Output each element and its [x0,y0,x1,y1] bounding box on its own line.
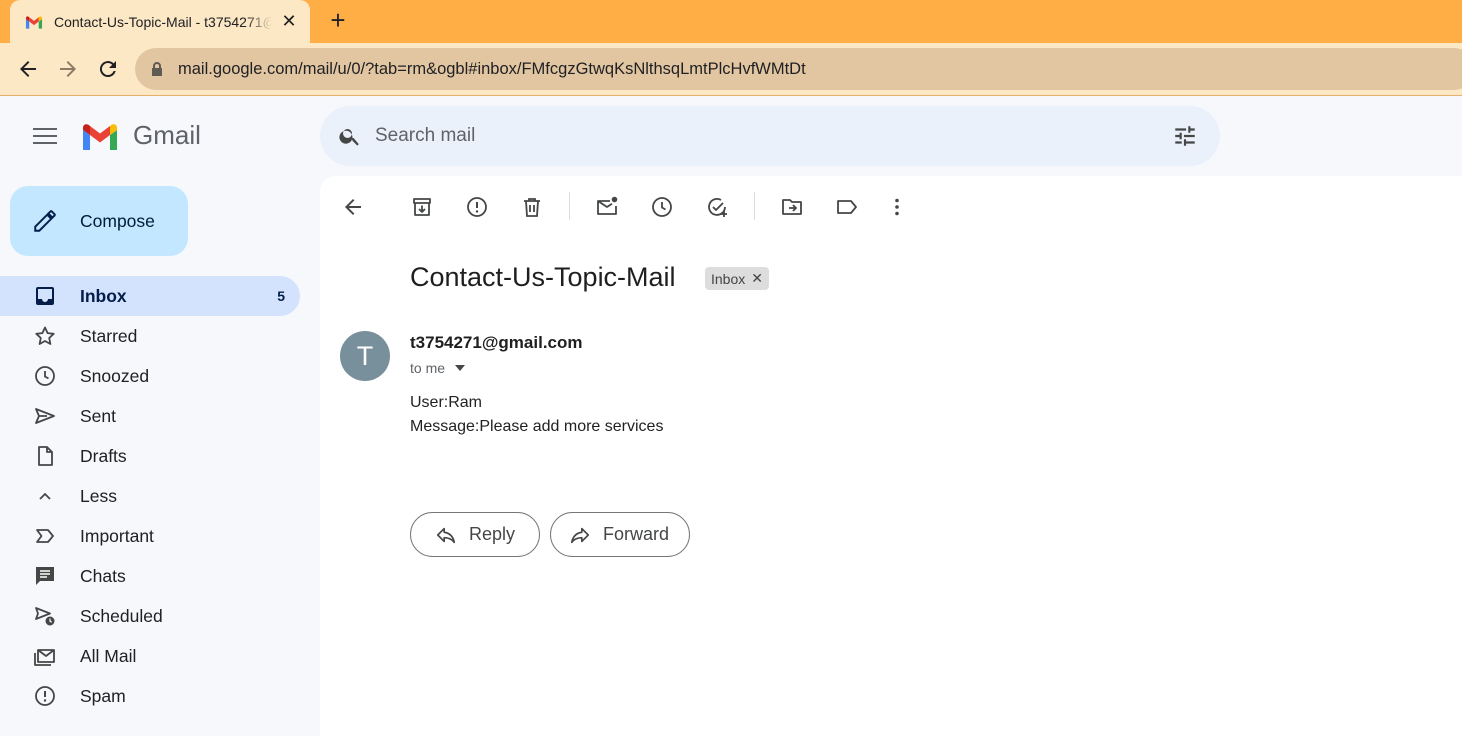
search-options-icon[interactable] [1172,123,1198,149]
inbox-label-chip[interactable]: Inbox ✕ [705,267,769,290]
sender-avatar[interactable]: T [340,331,390,381]
label-chip-text: Inbox [711,270,746,287]
report-spam-icon[interactable] [465,195,489,219]
search-icon[interactable] [338,124,362,148]
reply-button[interactable]: Reply [410,512,540,557]
reply-icon [436,527,456,543]
add-to-tasks-icon[interactable] [705,195,729,219]
sidebar-item-inbox[interactable]: Inbox 5 [0,276,300,316]
reply-label: Reply [469,524,516,544]
lock-icon[interactable] [151,62,163,76]
gmail-favicon-icon [25,15,43,29]
sidebar-item-scheduled[interactable]: Scheduled [0,596,300,636]
email-subject: Contact-Us-Topic-Mail [410,262,676,292]
scheduled-send-icon [35,607,55,626]
toolbar-divider [754,192,755,220]
snooze-icon[interactable] [650,195,674,219]
draft-icon [38,446,53,466]
search-input[interactable] [375,116,1135,156]
sidebar-item-label: Drafts [80,445,127,466]
tab-close-icon[interactable]: ✕ [280,12,298,30]
back-to-inbox-icon[interactable] [341,195,365,219]
compose-button[interactable]: Compose [10,186,188,256]
sidebar-item-label: Inbox [80,285,127,306]
pencil-icon [34,210,56,232]
sidebar-item-drafts[interactable]: Drafts [0,436,300,476]
sidebar-item-label: Important [80,525,154,546]
compose-label: Compose [80,210,155,231]
archive-icon[interactable] [410,195,434,219]
address-bar-row: mail.google.com/mail/u/0/?tab=rm&ogbl#in… [0,43,1462,96]
new-tab-icon[interactable]: + [326,7,350,33]
sidebar-item-snoozed[interactable]: Snoozed [0,356,300,396]
sidebar-item-all-mail[interactable]: All Mail [0,636,300,676]
chevron-up-icon [39,492,51,500]
toolbar-divider [569,192,570,220]
more-options-icon[interactable] [885,195,909,219]
url-bar[interactable]: mail.google.com/mail/u/0/?tab=rm&ogbl#in… [135,48,1462,90]
sidebar-item-less[interactable]: Less [0,476,300,516]
sidebar-item-label: Snoozed [80,365,150,386]
gmail-logo-icon[interactable] [81,122,119,150]
sidebar-item-label: Chats [80,565,126,586]
email-body-line: User:Ram [410,394,483,411]
clock-icon [35,366,55,386]
move-to-icon[interactable] [780,195,804,219]
sidebar-item-label: Scheduled [80,605,163,626]
mark-unread-icon[interactable] [595,195,619,219]
label-icon[interactable] [835,195,859,219]
forward-label: Forward [603,524,670,544]
recipient-details[interactable]: to me [410,360,466,376]
spam-icon [35,686,55,706]
delete-icon[interactable] [520,195,544,219]
url-text: mail.google.com/mail/u/0/?tab=rm&ogbl#in… [178,59,806,78]
all-mail-icon [34,649,55,666]
forward-arrow-icon[interactable] [56,57,80,81]
sidebar-item-important[interactable]: Important [0,516,300,556]
message-panel: Contact-Us-Topic-Mail Inbox ✕ T t3754271… [320,176,1462,736]
sidebar-item-label: All Mail [80,645,137,666]
send-icon [35,408,55,424]
sidebar-item-label: Spam [80,685,126,706]
forward-button[interactable]: Forward [550,512,690,557]
sidebar-item-chats[interactable]: Chats [0,556,300,596]
remove-label-icon[interactable]: ✕ [751,270,763,287]
browser-tab-strip: Contact-Us-Topic-Mail - t3754271@gmail.c… [0,0,1462,43]
reload-icon[interactable] [96,57,120,81]
sidebar-item-spam[interactable]: Spam [0,676,300,716]
sidebar-item-label: Starred [80,325,138,346]
sidebar-item-sent[interactable]: Sent [0,396,300,436]
browser-tab[interactable]: Contact-Us-Topic-Mail - t3754271@gmail.c… [10,0,310,43]
search-bar [320,106,1220,166]
chat-icon [36,567,54,585]
recipient-text: to me [410,360,446,376]
important-icon [36,529,54,543]
star-icon [35,326,55,345]
main-menu-icon[interactable] [33,126,57,146]
forward-icon [570,527,590,543]
email-body-line: Message:Please add more services [410,418,664,435]
tab-title: Contact-Us-Topic-Mail - t3754271@gmail.c… [54,13,272,30]
sidebar-nav: Inbox 5 Starred Snoozed Sent Drafts Less [0,276,300,716]
chevron-down-icon[interactable] [455,365,466,371]
gmail-wordmark[interactable]: Gmail [133,120,201,151]
sidebar-item-label: Sent [80,405,116,426]
sidebar-item-starred[interactable]: Starred [0,316,300,356]
inbox-icon [36,287,54,305]
sender-email[interactable]: t3754271@gmail.com [410,333,583,353]
inbox-unread-count: 5 [277,288,285,304]
back-arrow-icon[interactable] [16,57,40,81]
sidebar-item-label: Less [80,485,117,506]
